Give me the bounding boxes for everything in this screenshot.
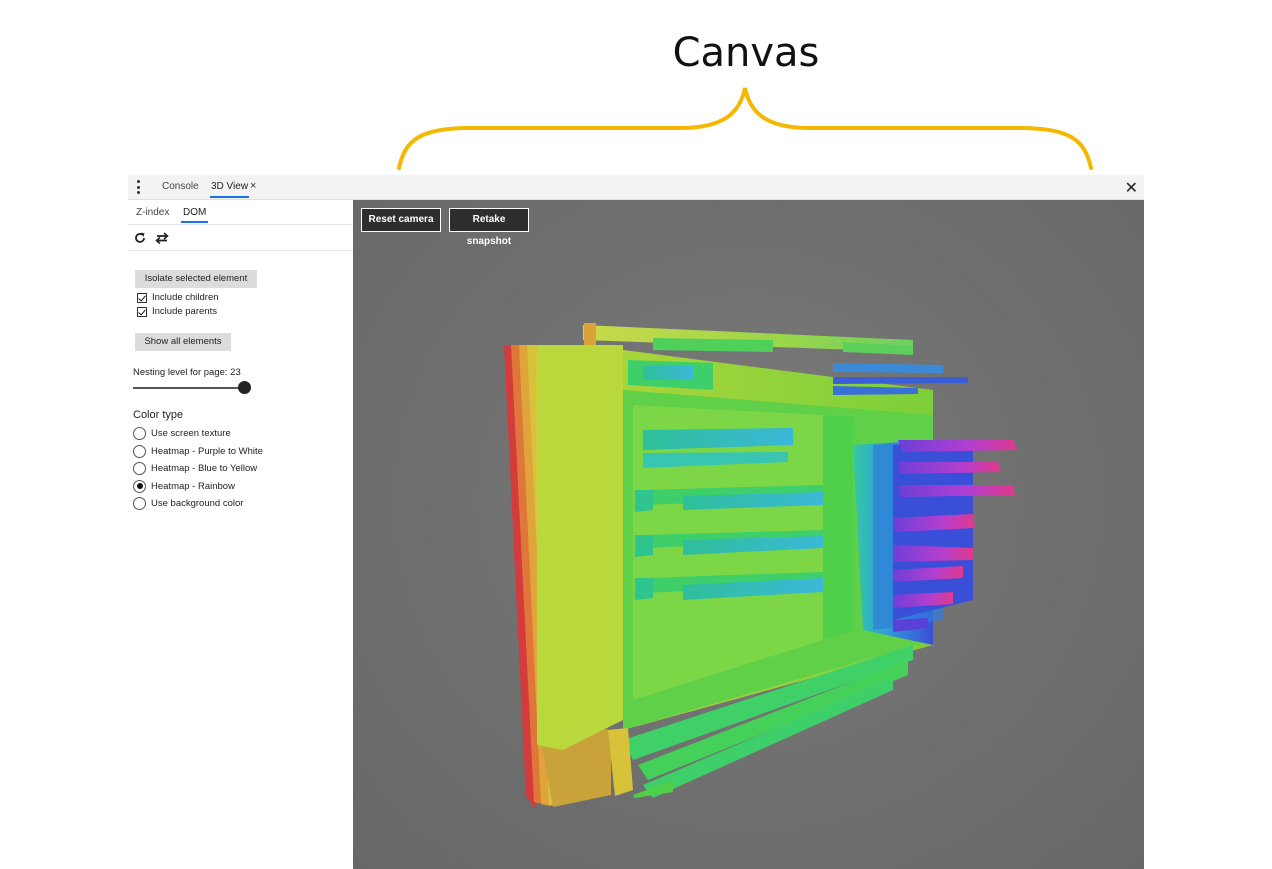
radio-unselected-icon[interactable] (133, 497, 146, 510)
tab-bar: Console 3D View × ✕ (128, 175, 1144, 200)
nesting-level-label: Nesting level for page: 23 (133, 367, 241, 378)
show-all-elements-button[interactable]: Show all elements (135, 333, 231, 351)
color-option-label: Use screen texture (151, 428, 231, 439)
tab-close-icon[interactable]: × (250, 180, 256, 192)
refresh-icon[interactable] (132, 230, 148, 246)
annotation-title: Canvas (672, 30, 820, 76)
color-option-label: Heatmap - Purple to White (151, 445, 263, 457)
3d-canvas[interactable]: Reset camera Retake snapshot (353, 200, 1144, 869)
slider-thumb[interactable] (238, 381, 251, 394)
include-parents-label: Include parents (152, 306, 217, 317)
color-option-radio[interactable]: Use background color (133, 497, 243, 510)
subtab-bar: Z-index DOM (128, 200, 353, 225)
tab-console[interactable]: Console (162, 181, 199, 192)
slider-track[interactable] (133, 387, 244, 389)
curly-brace-annotation (397, 87, 1093, 170)
retake-snapshot-button[interactable]: Retake snapshot (449, 208, 529, 247)
radio-unselected-icon[interactable] (133, 462, 146, 475)
checkbox-checked-icon[interactable] (137, 292, 147, 303)
color-option-radio[interactable]: Heatmap - Purple to White (133, 444, 263, 458)
dom-3d-visualization[interactable] (353, 200, 1144, 869)
include-children-checkbox[interactable]: Include children (137, 292, 219, 303)
tab-3d-view[interactable]: 3D View (209, 181, 250, 198)
isolate-selected-button[interactable]: Isolate selected element (135, 270, 257, 288)
subtab-z-index[interactable]: Z-index (136, 207, 169, 218)
more-options-icon[interactable] (134, 180, 142, 194)
color-type-heading: Color type (133, 409, 184, 421)
radio-unselected-icon[interactable] (133, 444, 146, 458)
nesting-level-slider[interactable] (133, 381, 251, 395)
reset-camera-button[interactable]: Reset camera (361, 208, 441, 232)
subtab-dom[interactable]: DOM (180, 207, 209, 223)
radio-unselected-icon[interactable] (133, 427, 146, 440)
close-panel-icon[interactable]: ✕ (1125, 178, 1138, 198)
radio-selected-icon[interactable] (133, 479, 146, 493)
color-option-label: Heatmap - Rainbow (151, 480, 235, 492)
color-option-radio[interactable]: Heatmap - Blue to Yellow (133, 462, 257, 475)
color-option-radio[interactable]: Heatmap - Rainbow (133, 479, 235, 493)
color-option-label: Use background color (151, 498, 244, 509)
color-option-label: Heatmap - Blue to Yellow (151, 463, 258, 474)
color-option-radio[interactable]: Use screen texture (133, 427, 231, 440)
swap-icon[interactable] (154, 230, 170, 246)
sidebar: Z-index DOM Isolate selected element Inc… (128, 200, 353, 869)
include-children-label: Include children (152, 292, 219, 303)
sidebar-toolbar (128, 225, 353, 251)
devtools-panel: Console 3D View × ✕ Z-index DOM Isolate … (128, 175, 1144, 869)
include-parents-checkbox[interactable]: Include parents (137, 306, 217, 317)
checkbox-checked-icon[interactable] (137, 306, 147, 317)
